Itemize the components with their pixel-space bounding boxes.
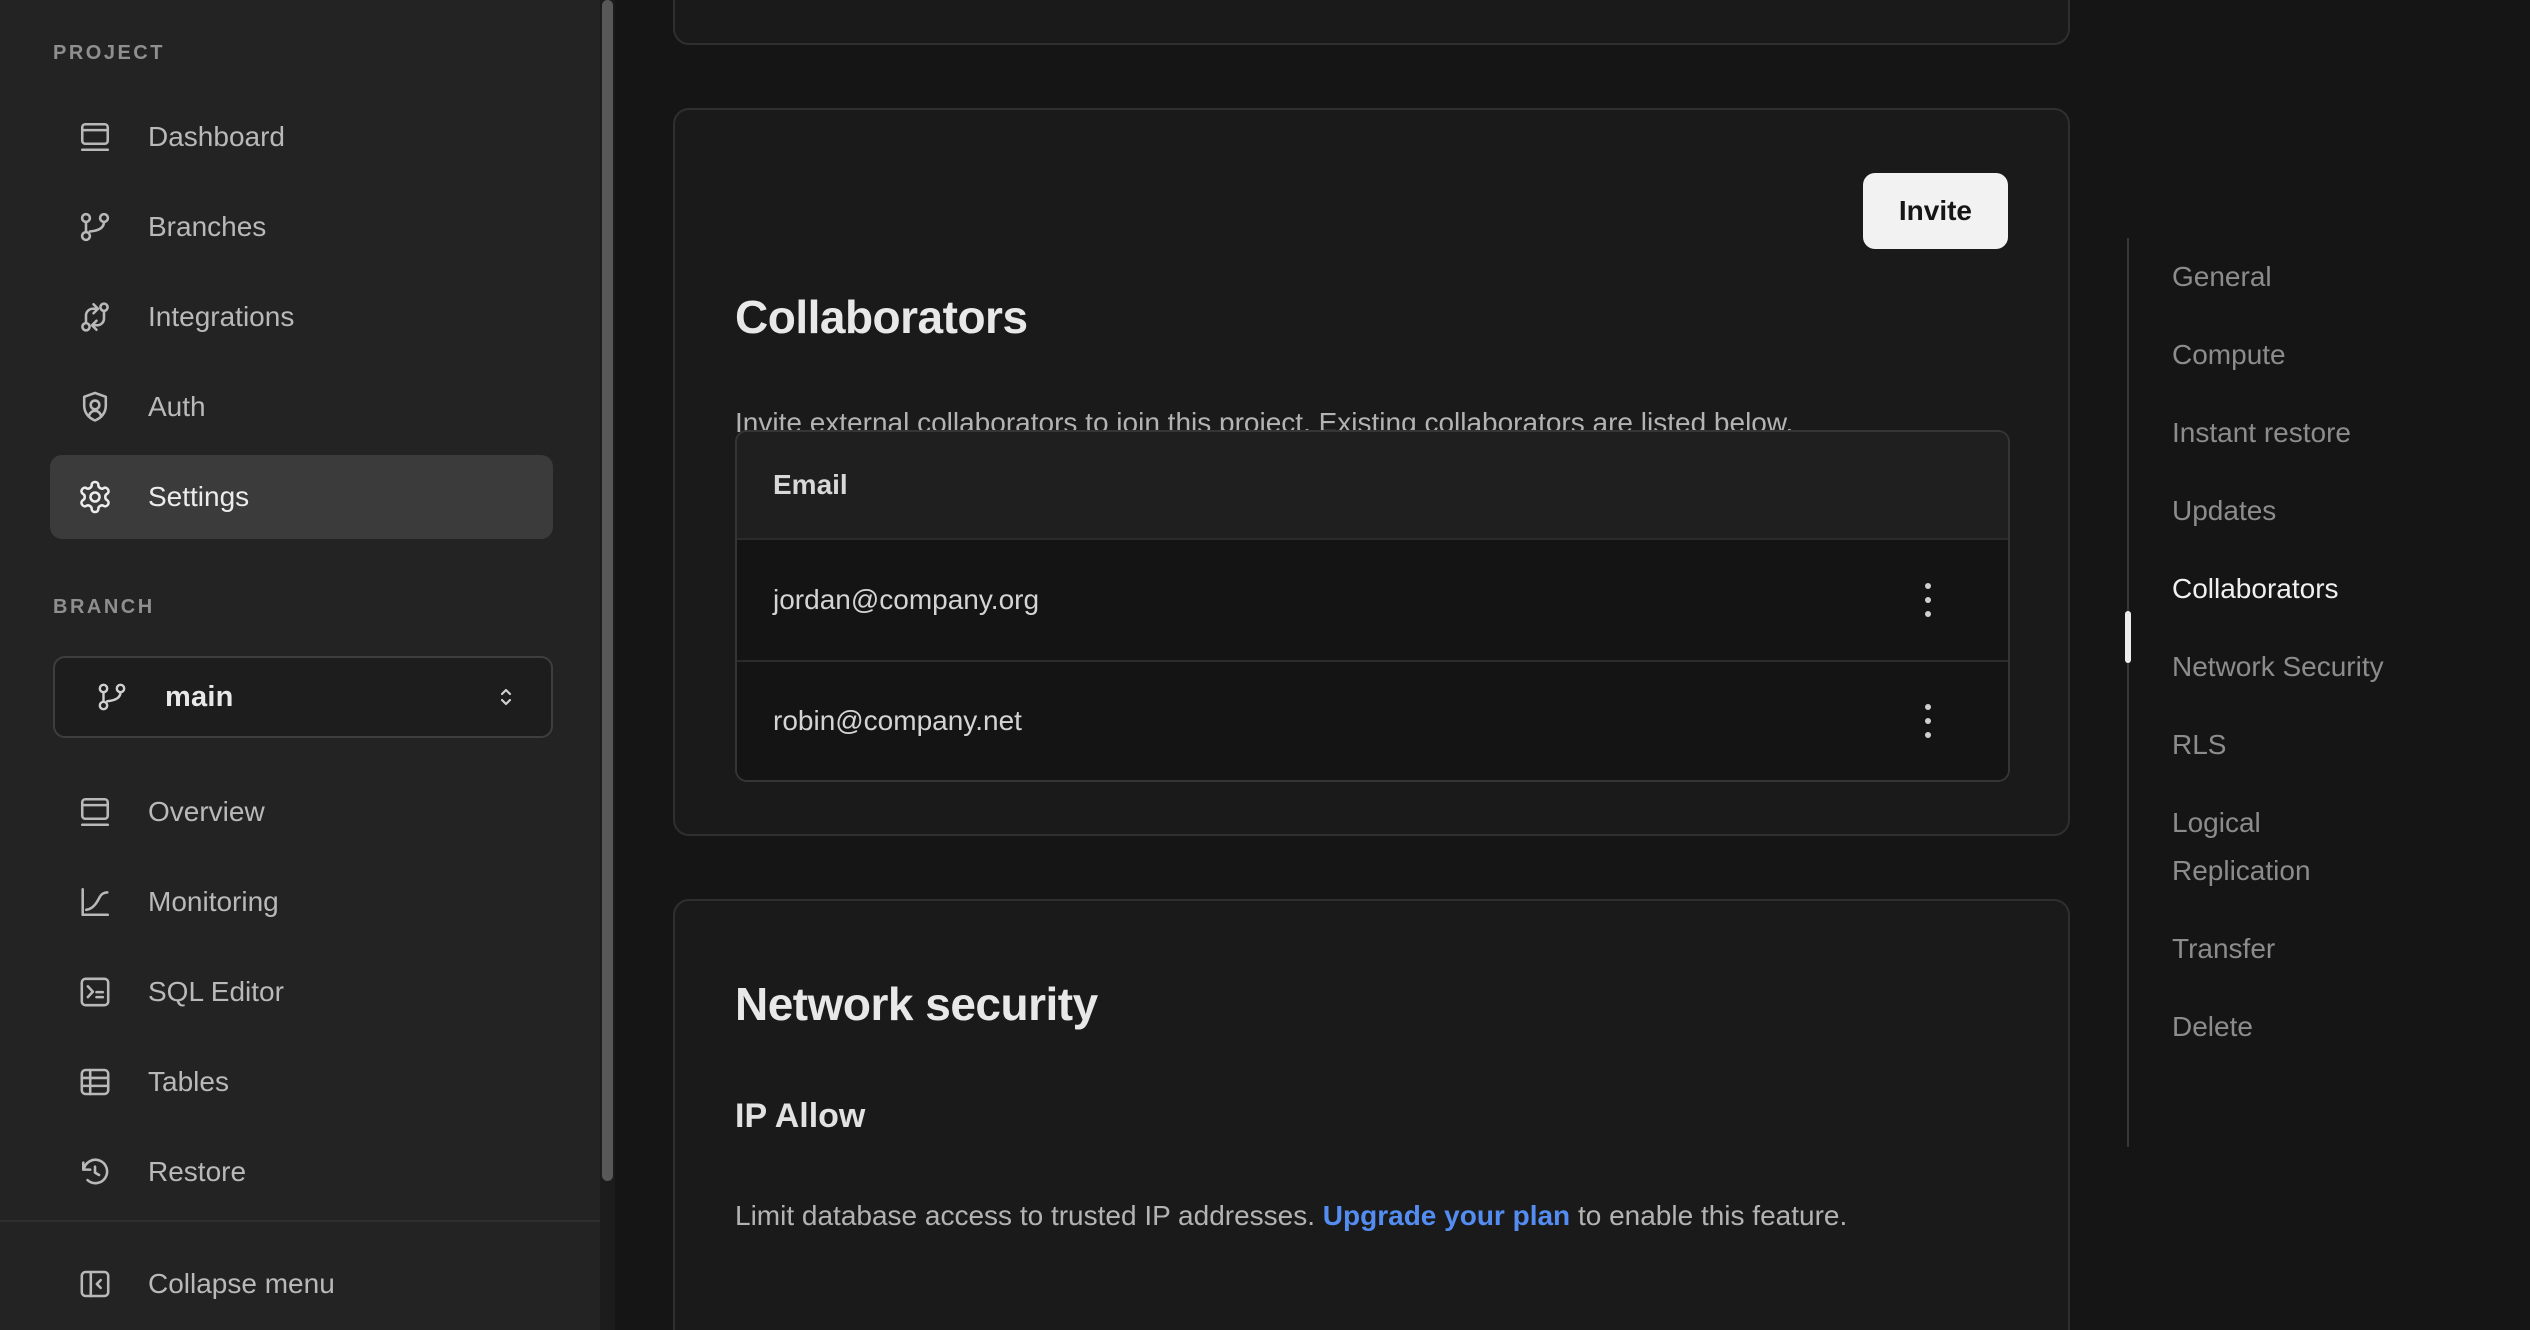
branch-section-label: BRANCH <box>53 596 155 619</box>
upgrade-plan-link[interactable]: Upgrade your plan <box>1323 1200 1570 1231</box>
sidebar-item-auth[interactable]: Auth <box>50 362 553 452</box>
sidebar-item-branches[interactable]: Branches <box>50 182 553 272</box>
collaborator-email: robin@company.net <box>773 705 1022 737</box>
settings-nav-instant-restore[interactable]: Instant restore <box>2127 409 2405 457</box>
sidebar-item-sql-editor[interactable]: SQL Editor <box>50 947 553 1037</box>
sidebar-item-label: Settings <box>148 481 249 513</box>
settings-nav-general[interactable]: General <box>2127 253 2405 301</box>
settings-nav-transfer[interactable]: Transfer <box>2127 925 2405 973</box>
dashboard-icon <box>77 119 113 155</box>
collaborator-email: jordan@company.org <box>773 584 1039 616</box>
table-row: jordan@company.org <box>737 540 2008 660</box>
git-branch-icon <box>95 680 129 714</box>
sidebar-item-dashboard[interactable]: Dashboard <box>50 92 553 182</box>
invite-button[interactable]: Invite <box>1863 173 2008 249</box>
sidebar-item-label: SQL Editor <box>148 976 284 1008</box>
ip-allow-description: Limit database access to trusted IP addr… <box>735 1191 1915 1241</box>
ip-allow-subtitle: IP Allow <box>735 1097 865 1136</box>
network-security-title: Network security <box>735 977 1098 1031</box>
sidebar-item-label: Integrations <box>148 301 294 333</box>
sidebar-item-settings[interactable]: Settings <box>50 455 553 539</box>
branch-selector-value: main <box>165 681 234 714</box>
overview-icon <box>77 794 113 830</box>
ip-allow-text-suffix: to enable this feature. <box>1570 1200 1847 1231</box>
settings-nav-rls[interactable]: RLS <box>2127 721 2405 769</box>
project-nav: Dashboard Branches Integrations Auth <box>0 92 600 542</box>
network-security-card: Network security IP Allow Limit database… <box>673 899 2070 1330</box>
sidebar-item-label: Tables <box>148 1066 229 1098</box>
sidebar-scrollbar-track[interactable] <box>600 0 615 1330</box>
git-branch-icon <box>77 209 113 245</box>
sidebar-item-integrations[interactable]: Integrations <box>50 272 553 362</box>
sidebar-footer-divider <box>0 1220 600 1222</box>
settings-nav-network-security[interactable]: Network Security <box>2127 643 2405 691</box>
sidebar-item-label: Dashboard <box>148 121 285 153</box>
sidebar-item-restore[interactable]: Restore <box>50 1127 553 1217</box>
tables-icon <box>77 1064 113 1100</box>
row-actions-kebab-icon[interactable] <box>1900 572 1956 628</box>
branch-selector[interactable]: main <box>53 656 553 738</box>
project-section-label: PROJECT <box>53 42 165 65</box>
collapse-menu-label: Collapse menu <box>148 1268 335 1300</box>
integrations-icon <box>77 299 113 335</box>
settings-nav-delete[interactable]: Delete <box>2127 1003 2405 1051</box>
collaborators-table: Email jordan@company.org robin@company.n… <box>735 430 2010 782</box>
table-row: robin@company.net <box>737 660 2008 780</box>
settings-nav-updates[interactable]: Updates <box>2127 487 2405 535</box>
chevrons-up-down-icon <box>491 682 521 712</box>
panel-left-close-icon <box>77 1266 113 1302</box>
table-header-email: Email <box>737 432 2008 540</box>
sidebar-item-overview[interactable]: Overview <box>50 767 553 857</box>
sidebar-item-label: Overview <box>148 796 265 828</box>
collapse-menu-button[interactable]: Collapse menu <box>0 1240 600 1328</box>
sidebar-item-label: Restore <box>148 1156 246 1188</box>
row-actions-kebab-icon[interactable] <box>1900 693 1956 749</box>
auth-shield-user-icon <box>77 389 113 425</box>
monitoring-chart-icon <box>77 884 113 920</box>
sql-editor-icon <box>77 974 113 1010</box>
sidebar-item-label: Monitoring <box>148 886 279 918</box>
collaborators-card: Collaborators Invite Invite external col… <box>673 108 2070 836</box>
sidebar-item-label: Branches <box>148 211 266 243</box>
sidebar-item-tables[interactable]: Tables <box>50 1037 553 1127</box>
settings-nav-compute[interactable]: Compute <box>2127 331 2405 379</box>
app-window: PROJECT Dashboard Branches Integrations <box>0 0 2530 1330</box>
branch-nav: Overview Monitoring SQL Editor Tables <box>0 767 600 1217</box>
collaborators-title: Collaborators <box>735 290 1028 344</box>
sidebar-item-monitoring[interactable]: Monitoring <box>50 857 553 947</box>
settings-nav-collaborators[interactable]: Collaborators <box>2127 565 2405 613</box>
gear-icon <box>77 479 113 515</box>
ip-allow-text-prefix: Limit database access to trusted IP addr… <box>735 1200 1323 1231</box>
sidebar-item-label: Auth <box>148 391 206 423</box>
previous-card-partial <box>673 0 2070 45</box>
sidebar: PROJECT Dashboard Branches Integrations <box>0 0 600 1330</box>
sidebar-scrollbar-thumb[interactable] <box>602 0 613 1181</box>
settings-nav-logical-replication[interactable]: Logical Replication <box>2127 799 2405 895</box>
restore-history-icon <box>77 1154 113 1190</box>
